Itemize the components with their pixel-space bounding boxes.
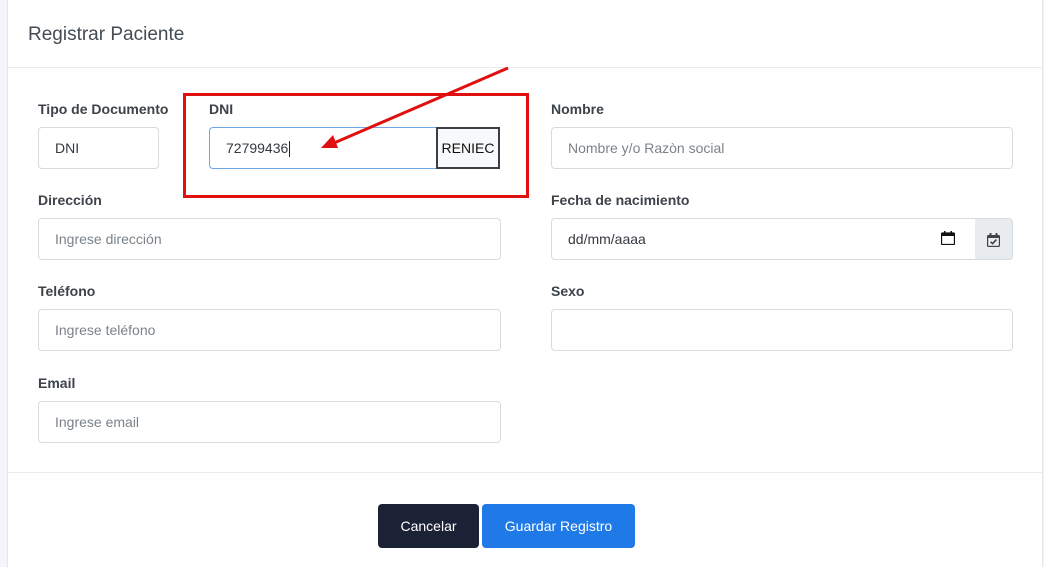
register-patient-modal: Registrar Paciente Tipo de Documento DNI… [7,0,1043,567]
cancel-button[interactable]: Cancelar [378,504,479,548]
save-button[interactable]: Guardar Registro [482,504,635,548]
footer-divider [8,472,1042,473]
arrow-icon [321,66,509,148]
